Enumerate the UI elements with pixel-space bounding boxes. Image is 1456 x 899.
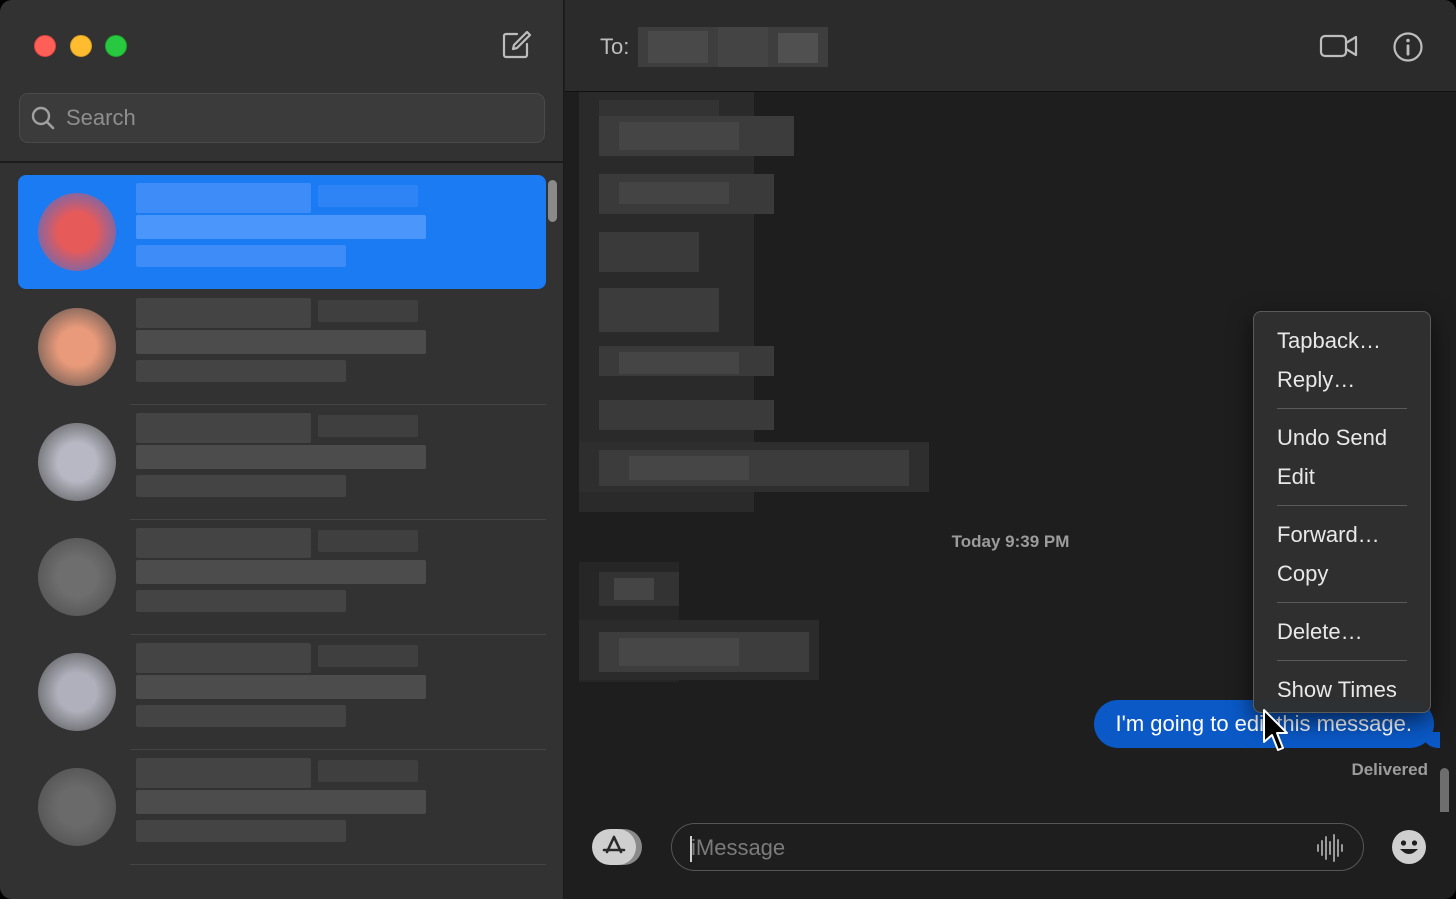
conversation-row[interactable] bbox=[18, 290, 546, 405]
row-separator bbox=[130, 864, 546, 865]
redacted-text bbox=[136, 590, 346, 612]
menu-separator bbox=[1277, 505, 1407, 506]
redacted-text bbox=[318, 530, 418, 552]
delivery-status: Delivered bbox=[1351, 760, 1428, 779]
facetime-video-button[interactable] bbox=[1319, 30, 1359, 62]
redacted-text bbox=[136, 705, 346, 727]
messages-window: To: bbox=[0, 0, 1456, 899]
sidebar bbox=[0, 0, 564, 899]
details-button[interactable] bbox=[1392, 31, 1424, 63]
menu-item[interactable]: Edit bbox=[1254, 457, 1430, 496]
menu-item[interactable]: Forward… bbox=[1254, 515, 1430, 554]
menu-separator bbox=[1277, 660, 1407, 661]
menu-item[interactable]: Undo Send bbox=[1254, 418, 1430, 457]
waveform-icon bbox=[1317, 834, 1343, 862]
menu-item[interactable]: Delete… bbox=[1254, 612, 1430, 651]
redacted-text bbox=[136, 445, 426, 469]
menu-item[interactable]: Copy bbox=[1254, 554, 1430, 593]
conversation-row[interactable] bbox=[18, 750, 546, 865]
menu-separator bbox=[1277, 408, 1407, 409]
redacted-text bbox=[136, 245, 346, 267]
message-input-field[interactable] bbox=[671, 823, 1364, 871]
conversation-row[interactable] bbox=[18, 405, 546, 520]
redacted-text bbox=[136, 183, 311, 213]
redacted-text bbox=[318, 415, 418, 437]
to-label: To: bbox=[600, 34, 630, 59]
redacted-text bbox=[136, 758, 311, 788]
redacted-text bbox=[136, 298, 311, 328]
conversation-row[interactable] bbox=[18, 635, 546, 750]
record-audio-button[interactable] bbox=[1315, 834, 1345, 862]
info-icon bbox=[1393, 32, 1423, 62]
smiley-icon bbox=[1392, 830, 1426, 864]
recipient-name-redacted[interactable] bbox=[638, 27, 828, 67]
redacted-text bbox=[136, 475, 346, 497]
message-input[interactable] bbox=[691, 834, 1291, 862]
video-camera-icon bbox=[1319, 34, 1358, 58]
avatar bbox=[38, 193, 116, 271]
redacted-text bbox=[136, 820, 346, 842]
compose-icon bbox=[502, 30, 532, 59]
menu-separator bbox=[1277, 602, 1407, 603]
conversation-row[interactable] bbox=[18, 520, 546, 635]
avatar bbox=[38, 308, 116, 386]
redacted-text bbox=[136, 413, 311, 443]
chat-header: To: bbox=[565, 0, 1456, 92]
menu-item[interactable]: Show Times bbox=[1254, 670, 1430, 709]
app-store-apps-button[interactable] bbox=[592, 829, 642, 865]
search-icon bbox=[31, 106, 55, 130]
redacted-text bbox=[136, 330, 426, 354]
redacted-text bbox=[136, 560, 426, 584]
chat-scrollbar[interactable] bbox=[1440, 768, 1449, 812]
compose-button[interactable] bbox=[500, 29, 532, 61]
redacted-text bbox=[136, 643, 311, 673]
sidebar-scrollbar[interactable] bbox=[548, 180, 557, 222]
redacted-text bbox=[136, 675, 426, 699]
conversation-list[interactable] bbox=[0, 163, 564, 899]
redacted-text bbox=[136, 790, 426, 814]
redacted-text bbox=[318, 760, 418, 782]
redacted-text bbox=[318, 645, 418, 667]
search-field[interactable] bbox=[19, 93, 545, 143]
redacted-text bbox=[136, 360, 346, 382]
conversation-row[interactable] bbox=[18, 175, 546, 289]
avatar bbox=[38, 538, 116, 616]
avatar bbox=[38, 423, 116, 501]
maximize-window-button[interactable] bbox=[105, 35, 127, 57]
avatar bbox=[38, 768, 116, 846]
redacted-messages bbox=[579, 92, 929, 512]
redacted-messages-2 bbox=[579, 562, 819, 682]
search-input[interactable] bbox=[66, 105, 506, 131]
close-window-button[interactable] bbox=[34, 35, 56, 57]
redacted-text bbox=[318, 185, 418, 207]
emoji-button[interactable] bbox=[1391, 829, 1427, 865]
app-store-icon bbox=[602, 835, 626, 854]
message-context-menu: Tapback… Reply… Undo Send Edit Forward… Copy D… bbox=[1253, 311, 1431, 713]
avatar bbox=[38, 653, 116, 731]
redacted-text bbox=[318, 300, 418, 322]
menu-item[interactable]: Tapback… bbox=[1254, 321, 1430, 360]
redacted-text bbox=[136, 528, 311, 558]
redacted-text bbox=[136, 215, 426, 239]
menu-item[interactable]: Reply… bbox=[1254, 360, 1430, 399]
minimize-window-button[interactable] bbox=[70, 35, 92, 57]
